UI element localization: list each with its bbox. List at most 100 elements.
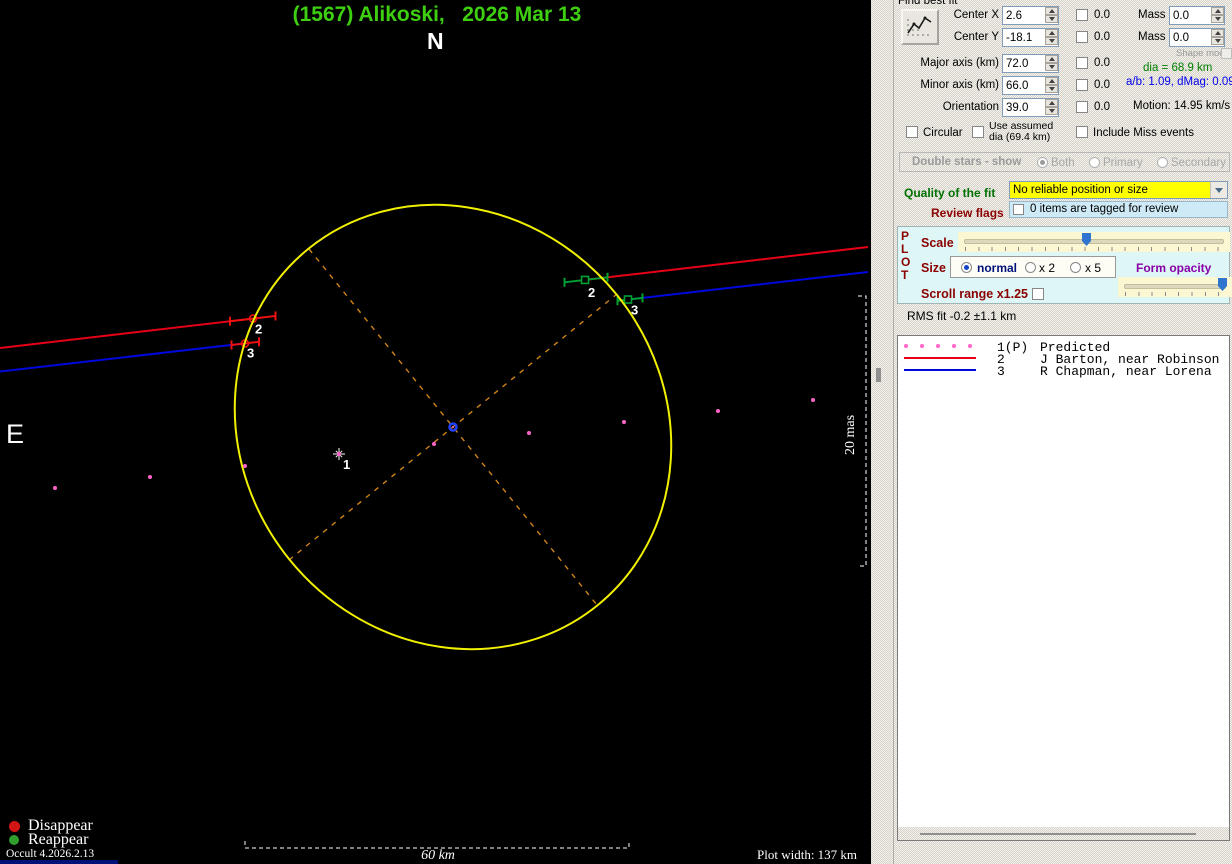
bottom-blue-strip: [0, 860, 118, 864]
svg-text:2: 2: [588, 285, 595, 300]
scroll-range-checkbox[interactable]: [1032, 288, 1044, 300]
double-primary-label: Primary: [1103, 157, 1143, 169]
occultation-plot-canvas[interactable]: 22331: [0, 0, 871, 864]
ab-dmag-label: a/b: 1.09, dMag: 0.09: [1126, 76, 1232, 88]
plot-area[interactable]: (1567) Alikoski, 2026 Mar 13 N E 22331 2…: [0, 0, 871, 864]
center-y-field[interactable]: [1002, 28, 1059, 47]
minor-axis-spin-up[interactable]: [1045, 77, 1058, 85]
red-line-sample: [904, 357, 976, 359]
svg-text:1: 1: [343, 457, 350, 472]
review-flags-label: Review flags: [931, 206, 1004, 220]
include-miss-label: Include Miss events: [1093, 127, 1194, 139]
center-y-fix-checkbox[interactable]: [1076, 31, 1088, 43]
major-axis-field[interactable]: [1002, 54, 1059, 73]
center-x-field[interactable]: [1002, 6, 1059, 25]
major-axis-fix-checkbox[interactable]: [1076, 57, 1088, 69]
circular-checkbox[interactable]: [906, 126, 918, 138]
rms-fit-label: RMS fit -0.2 ±1.1 km: [907, 309, 1017, 323]
center-y-spin-up[interactable]: [1045, 29, 1058, 37]
center-x-sigma: 0.0: [1094, 9, 1110, 21]
orientation-fix-checkbox[interactable]: [1076, 101, 1088, 113]
quality-label: Quality of the fit: [904, 186, 996, 200]
scale-slider-thumb[interactable]: [1082, 233, 1091, 246]
svg-text:2: 2: [255, 322, 262, 337]
double-primary-radio[interactable]: [1089, 157, 1100, 168]
size-label: Size: [921, 261, 947, 275]
size-x5-radio[interactable]: [1070, 262, 1081, 273]
quality-value: No reliable position or size: [1013, 184, 1148, 196]
minor-axis-label: Minor axis (km): [920, 79, 999, 91]
legend-row-chapman[interactable]: 3 R Chapman, near Lorena: [898, 364, 1229, 379]
mass-y-spin-down[interactable]: [1211, 37, 1224, 45]
size-normal-label: normal: [977, 261, 1018, 275]
quality-dropdown-button[interactable]: [1210, 182, 1227, 198]
occult-window: (1567) Alikoski, 2026 Mar 13 N E 22331 2…: [0, 0, 1232, 864]
predicted-line-sample: [904, 344, 976, 348]
minor-axis-fix-checkbox[interactable]: [1076, 79, 1088, 91]
find-best-fit-title: Find best fit: [898, 0, 958, 7]
orientation-field[interactable]: [1002, 98, 1059, 117]
circular-label: Circular: [923, 127, 963, 139]
legend-reappear-label: Reappear: [28, 831, 89, 848]
scrollbar-thumb[interactable]: [876, 368, 881, 382]
scale-slider[interactable]: [958, 232, 1230, 252]
center-x-label: Center X: [953, 9, 999, 21]
center-y-spin-down[interactable]: [1045, 37, 1058, 45]
include-miss-checkbox[interactable]: [1076, 126, 1088, 138]
motion-label: Motion: 14.95 km/s: [1133, 100, 1231, 112]
mass-y-field[interactable]: [1169, 28, 1225, 47]
mass-y-spin-up[interactable]: [1211, 29, 1224, 37]
quality-dropdown[interactable]: No reliable position or size: [1009, 181, 1228, 199]
orientation-spin-down[interactable]: [1045, 107, 1058, 115]
reappear-dot-icon: [9, 835, 19, 845]
major-axis-label: Major axis (km): [920, 57, 999, 69]
minor-axis-sigma: 0.0: [1094, 79, 1110, 91]
right-scale-label: 20 mas: [843, 414, 858, 456]
use-assumed-label-line2: dia (69.4 km): [989, 131, 1051, 143]
form-opacity-slider[interactable]: [1118, 277, 1232, 297]
shape-model-checkbox[interactable]: [1221, 48, 1232, 59]
orientation-spin-up[interactable]: [1045, 99, 1058, 107]
chevron-down-icon: [1215, 188, 1223, 193]
plot-vertical-label: PLOT: [901, 229, 915, 282]
review-flags-checkbox[interactable]: [1013, 204, 1024, 215]
orientation-sigma: 0.0: [1094, 101, 1110, 113]
form-opacity-slider-thumb[interactable]: [1218, 278, 1227, 291]
center-x-fix-checkbox[interactable]: [1076, 9, 1088, 21]
scroll-range-label: Scroll range x1.25: [921, 287, 1029, 301]
size-x2-label: x 2: [1039, 261, 1056, 275]
center-x-spin-down[interactable]: [1045, 15, 1058, 23]
mass-x-field[interactable]: [1169, 6, 1225, 25]
center-x-spin-up[interactable]: [1045, 7, 1058, 15]
disappear-dot-icon: [9, 821, 20, 832]
center-y-label: Center Y: [953, 31, 999, 43]
version-label: Occult 4.2026.2.13: [6, 848, 95, 860]
double-stars-label: Double stars - show: [912, 156, 1022, 168]
double-both-label: Both: [1051, 157, 1075, 169]
mass-x-spin-up[interactable]: [1211, 7, 1224, 15]
center-y-sigma: 0.0: [1094, 31, 1110, 43]
minor-axis-spin-down[interactable]: [1045, 85, 1058, 93]
major-axis-spin-up[interactable]: [1045, 55, 1058, 63]
mass-x-spin-down[interactable]: [1211, 15, 1224, 23]
major-axis-sigma: 0.0: [1094, 57, 1110, 69]
use-assumed-checkbox[interactable]: [972, 126, 984, 138]
double-secondary-radio[interactable]: [1157, 157, 1168, 168]
legend-row-predicted[interactable]: 1(P) Predicted: [898, 340, 1229, 355]
scale-label: Scale: [921, 236, 954, 250]
minor-axis-field[interactable]: [1002, 76, 1059, 95]
double-both-radio[interactable]: [1037, 157, 1048, 168]
listbox-horizontal-scrollbar[interactable]: [898, 827, 1229, 840]
plot-vertical-scrollbar[interactable]: [871, 0, 894, 864]
major-axis-spin-down[interactable]: [1045, 63, 1058, 71]
size-x2-radio[interactable]: [1025, 262, 1036, 273]
orientation-label: Orientation: [942, 101, 999, 113]
blue-line-sample: [904, 369, 976, 371]
observer-num: 3: [997, 364, 1005, 379]
observer-listbox[interactable]: 1(P) Predicted 2 J Barton, near Robinson…: [897, 335, 1230, 841]
size-normal-radio[interactable]: [961, 262, 972, 273]
listbox-hscroll-thumb[interactable]: [920, 833, 1196, 835]
legend-row-barton[interactable]: 2 J Barton, near Robinson: [898, 352, 1229, 367]
svg-text:3: 3: [247, 345, 254, 360]
form-opacity-label: Form opacity: [1136, 261, 1212, 275]
